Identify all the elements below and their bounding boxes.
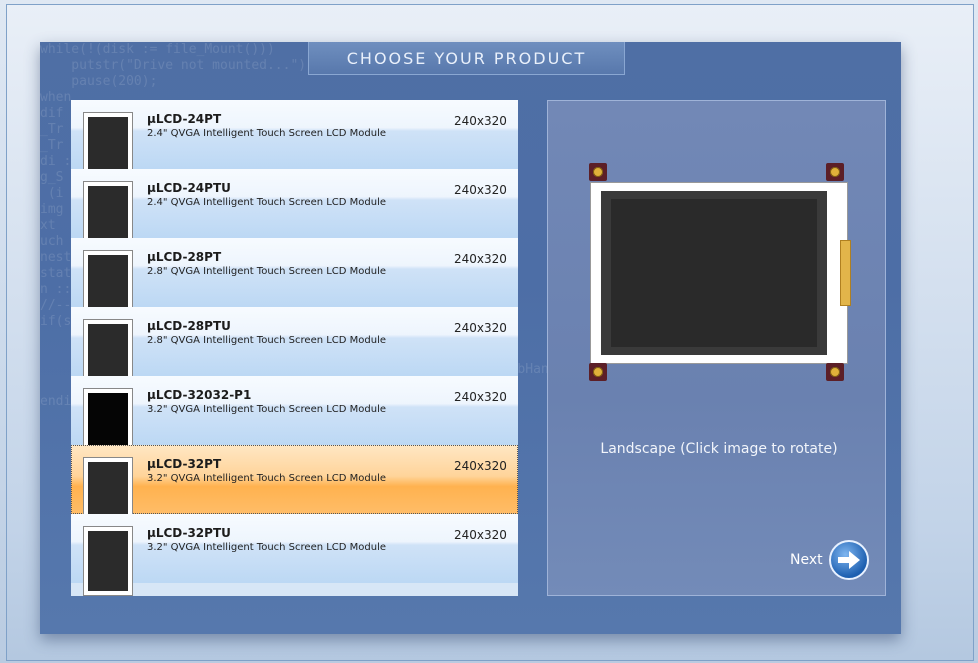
product-resolution: 240x320 [454, 459, 507, 473]
product-list[interactable]: µLCD-24PT 2.4" QVGA Intelligent Touch Scr… [71, 100, 518, 596]
lcd-module-board [590, 182, 848, 364]
product-name: µLCD-24PT [147, 112, 222, 126]
product-name: µLCD-32PTU [147, 526, 231, 540]
lcd-connector [840, 240, 851, 306]
product-description: 2.4" QVGA Intelligent Touch Screen LCD M… [147, 197, 387, 208]
thumbnail-screen [88, 255, 128, 315]
product-row[interactable]: µLCD-32PT 3.2" QVGA Intelligent Touch Scr… [71, 445, 518, 527]
product-name: µLCD-32PT [147, 457, 222, 471]
product-description: 3.2" QVGA Intelligent Touch Screen LCD M… [147, 404, 387, 415]
thumbnail-screen [88, 186, 128, 246]
mounting-hole-icon [826, 363, 844, 381]
product-row[interactable]: µLCD-28PT 2.8" QVGA Intelligent Touch Scr… [71, 238, 518, 320]
product-row[interactable]: µLCD-28PTU 2.8" QVGA Intelligent Touch Sc… [71, 307, 518, 389]
product-resolution: 240x320 [454, 528, 507, 542]
product-resolution: 240x320 [454, 390, 507, 404]
product-row[interactable]: µLCD-32032-P1 3.2" QVGA Intelligent Touch… [71, 376, 518, 458]
product-description: 2.4" QVGA Intelligent Touch Screen LCD M… [147, 128, 387, 139]
product-description: 3.2" QVGA Intelligent Touch Screen LCD M… [147, 473, 387, 484]
next-label: Next [790, 552, 823, 568]
product-name: µLCD-28PTU [147, 319, 231, 333]
mounting-hole-icon [589, 363, 607, 381]
thumbnail-screen [88, 462, 128, 522]
lcd-screen [611, 199, 817, 347]
product-resolution: 240x320 [454, 321, 507, 335]
product-resolution: 240x320 [454, 252, 507, 266]
lcd-bezel [601, 191, 827, 355]
product-name: µLCD-24PTU [147, 181, 231, 195]
product-row[interactable]: µLCD-24PT 2.4" QVGA Intelligent Touch Scr… [71, 100, 518, 182]
orientation-label: Landscape (Click image to rotate) [600, 441, 838, 457]
product-resolution: 240x320 [454, 183, 507, 197]
lcd-preview-image[interactable] [589, 163, 851, 381]
code-line: pause(200); [40, 74, 158, 89]
thumbnail-screen [88, 393, 128, 453]
product-description: 2.8" QVGA Intelligent Touch Screen LCD M… [147, 266, 387, 277]
product-resolution: 240x320 [454, 114, 507, 128]
next-button[interactable]: Next [790, 540, 869, 580]
page-title: CHOOSE YOUR PRODUCT [308, 42, 625, 75]
product-row[interactable]: µLCD-32PTU 3.2" QVGA Intelligent Touch Sc… [71, 514, 518, 596]
product-description: 3.2" QVGA Intelligent Touch Screen LCD M… [147, 542, 387, 553]
arrow-right-icon [828, 540, 869, 580]
thumbnail-screen [88, 531, 128, 591]
product-description: 2.8" QVGA Intelligent Touch Screen LCD M… [147, 335, 387, 346]
product-name: µLCD-32032-P1 [147, 388, 252, 402]
mounting-hole-icon [826, 163, 844, 181]
thumbnail-screen [88, 117, 128, 177]
thumbnail-screen [88, 324, 128, 384]
product-row[interactable]: µLCD-24PTU 2.4" QVGA Intelligent Touch Sc… [71, 169, 518, 251]
product-thumbnail [83, 526, 133, 596]
product-name: µLCD-28PT [147, 250, 222, 264]
mounting-hole-icon [589, 163, 607, 181]
